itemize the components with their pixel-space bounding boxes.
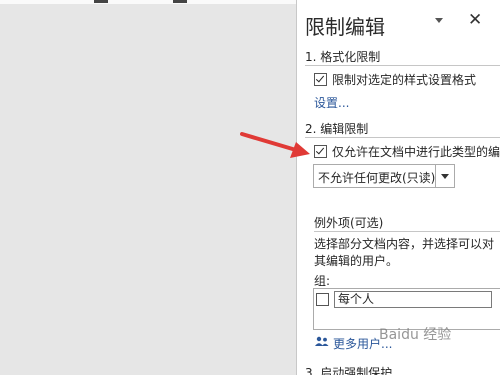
formatting-restriction-option[interactable]: 限制对选定的样式设置格式 <box>314 71 476 88</box>
ruler-mark <box>94 0 108 3</box>
restrict-editing-pane: 限制编辑 ✕ 1. 格式化限制 限制对选定的样式设置格式 设置... 2. 编辑… <box>297 0 500 375</box>
chevron-down-icon[interactable] <box>435 165 454 187</box>
editing-checkbox[interactable] <box>314 145 327 158</box>
ruler-mark <box>173 0 187 3</box>
exceptions-title: 例外项(可选) <box>314 216 384 230</box>
settings-link[interactable]: 设置... <box>314 94 349 111</box>
users-icon <box>315 336 329 346</box>
editing-type-select[interactable]: 不允许任何更改(只读) <box>313 164 455 188</box>
pane-title: 限制编辑 <box>305 15 385 39</box>
formatting-checkbox-label: 限制对选定的样式设置格式 <box>332 73 477 87</box>
group-item-name: 每个人 <box>334 291 492 308</box>
document-area[interactable] <box>0 4 296 375</box>
section-divider <box>305 65 500 66</box>
section-divider <box>305 137 500 138</box>
section-divider <box>314 231 500 232</box>
close-icon[interactable]: ✕ <box>468 12 482 29</box>
exceptions-description: 选择部分文档内容，并选择可以对其编辑的用户。 <box>314 237 495 268</box>
group-label: 组: <box>314 274 331 288</box>
editing-type-value: 不允许任何更改(只读) <box>318 171 436 185</box>
formatting-section-title: 1. 格式化限制 <box>305 50 381 64</box>
editing-restriction-option[interactable]: 仅允许在文档中进行此类型的编辑 <box>314 143 500 160</box>
formatting-checkbox[interactable] <box>314 73 327 86</box>
everyone-checkbox[interactable] <box>316 293 329 306</box>
list-item[interactable]: 每个人 <box>314 291 492 308</box>
red-arrow-annotation <box>240 132 310 158</box>
editing-section-title: 2. 编辑限制 <box>305 122 369 136</box>
editing-checkbox-label: 仅允许在文档中进行此类型的编辑 <box>332 145 500 159</box>
enforce-section-title: 3. 启动强制保护 <box>305 366 393 375</box>
pane-options-dropdown-icon[interactable] <box>435 18 443 23</box>
watermark-logo: Baidu 经验 <box>379 327 452 343</box>
